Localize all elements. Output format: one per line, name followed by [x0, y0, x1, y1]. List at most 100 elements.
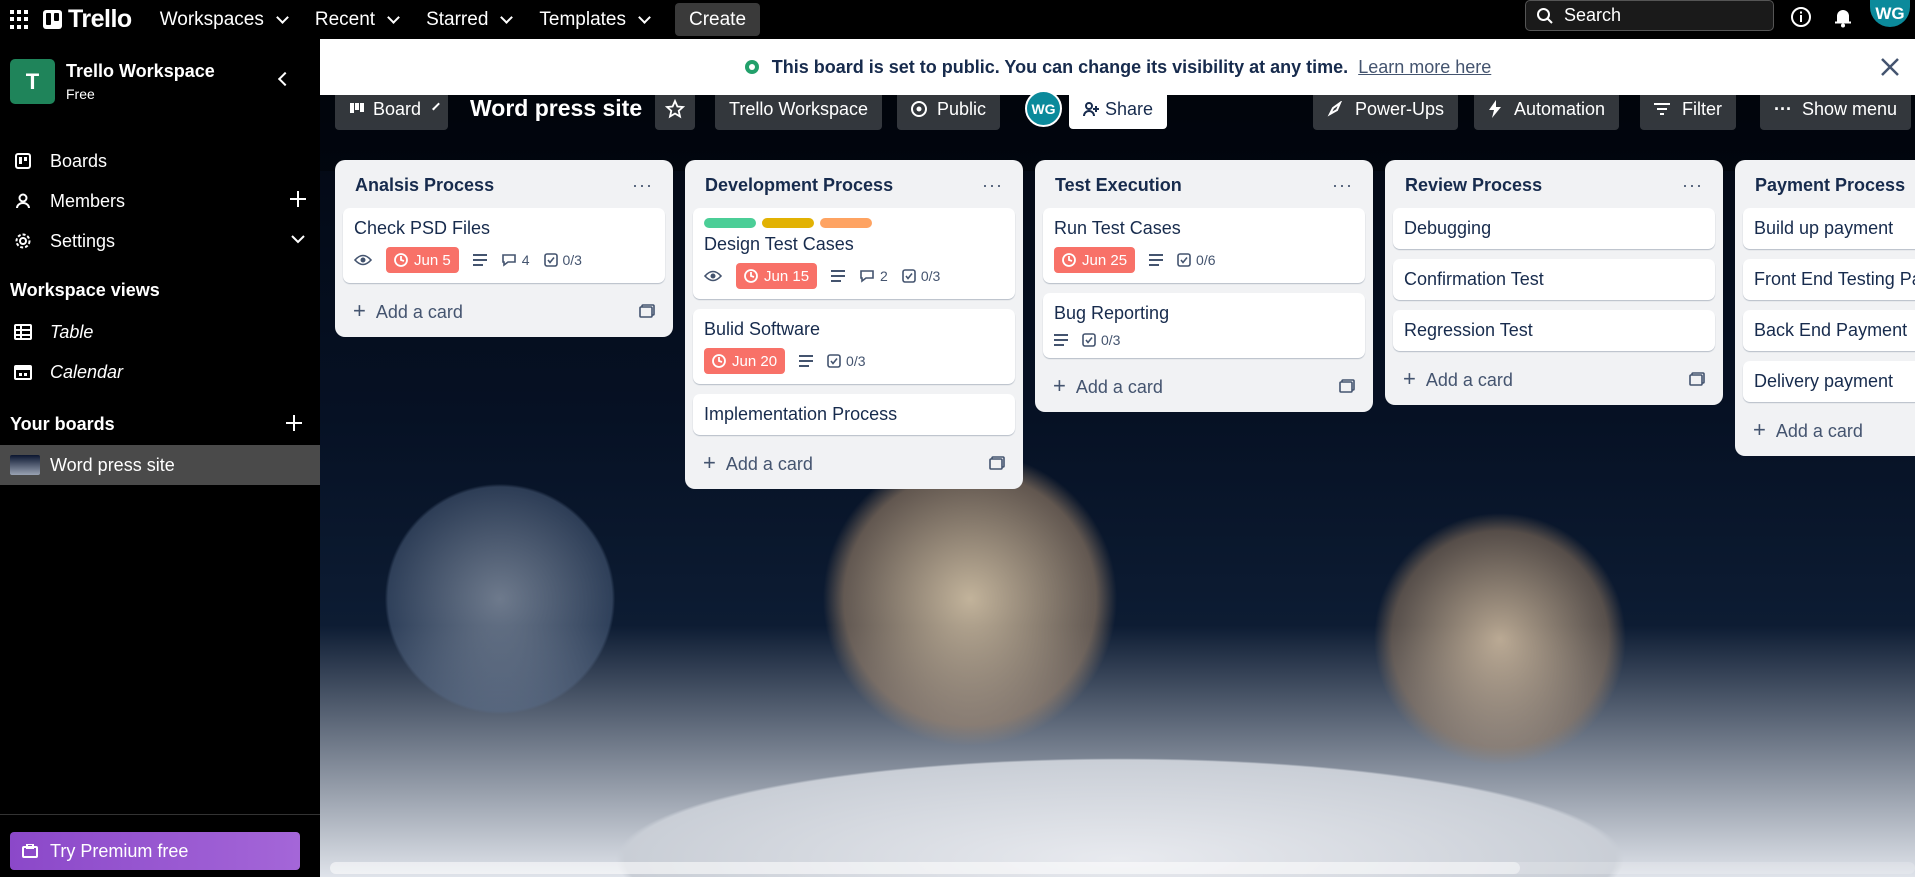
scrollbar-thumb[interactable] — [330, 862, 1520, 874]
search-input[interactable]: Search — [1525, 0, 1774, 31]
create-board-icon[interactable] — [286, 415, 302, 436]
nav-templates[interactable]: Templates — [539, 9, 651, 31]
create-button[interactable]: Create — [675, 3, 761, 36]
sidebar-item-label: Calendar — [50, 361, 124, 382]
card-regression-test[interactable]: Regression Test — [1393, 310, 1715, 351]
clock-icon — [712, 354, 726, 368]
search-icon — [1537, 7, 1553, 24]
try-premium-button[interactable]: Try Premium free — [10, 832, 300, 870]
card-template-icon[interactable] — [989, 456, 1005, 470]
card-title: Debugging — [1404, 218, 1492, 238]
sidebar-item-table[interactable]: Table — [0, 314, 320, 350]
clock-icon — [744, 269, 758, 283]
add-card-button[interactable]: + Add a card — [1743, 412, 1915, 448]
description-icon — [472, 254, 487, 266]
list-title[interactable]: Test Execution — [1055, 175, 1182, 196]
card-labels[interactable] — [704, 218, 1004, 228]
show-menu-button[interactable]: ··· Show menu — [1760, 88, 1912, 130]
star-board-button[interactable] — [655, 88, 695, 130]
checklist-badge: 0/3 — [1082, 332, 1120, 348]
horizontal-scrollbar[interactable] — [330, 862, 1915, 874]
add-card-button[interactable]: + Add a card — [1043, 368, 1365, 404]
card-front-end-testing[interactable]: Front End Testing Pay — [1743, 259, 1915, 300]
learn-more-link[interactable]: Learn more here — [1358, 57, 1491, 78]
comments-count: 4 — [521, 252, 530, 268]
list-title[interactable]: Review Process — [1405, 175, 1542, 196]
comment-icon — [860, 270, 874, 283]
automation-label: Automation — [1514, 98, 1606, 119]
list-title[interactable]: Payment Process — [1755, 175, 1905, 196]
board-view-switcher[interactable]: Board — [335, 88, 448, 130]
card-debugging[interactable]: Debugging — [1393, 208, 1715, 249]
boards-icon — [14, 152, 32, 170]
plus-icon: + — [1053, 373, 1066, 398]
card-bulid-software[interactable]: Bulid Software Jun 20 0/3 — [693, 309, 1015, 384]
card-template-icon[interactable] — [639, 304, 655, 318]
card-build-up-payment[interactable]: Build up payment — [1743, 208, 1915, 249]
due-date-badge[interactable]: Jun 25 — [1054, 247, 1136, 273]
sidebar-item-boards[interactable]: Boards — [0, 143, 320, 179]
sidebar-item-label: Table — [50, 321, 94, 342]
card-design-test-cases[interactable]: Design Test Cases Jun 15 2 0/3 — [693, 208, 1015, 299]
sidebar-item-calendar[interactable]: Calendar — [0, 354, 320, 390]
power-ups-button[interactable]: Power-Ups — [1313, 88, 1459, 130]
list-menu-icon[interactable]: ··· — [1682, 175, 1703, 196]
card-template-icon[interactable] — [1689, 372, 1705, 386]
add-card-button[interactable]: + Add a card — [1393, 361, 1715, 397]
user-avatar[interactable]: WG — [1870, 0, 1910, 27]
list-title[interactable]: Development Process — [705, 175, 893, 196]
add-member-icon[interactable] — [290, 190, 306, 212]
filter-icon — [1654, 102, 1670, 116]
sidebar-board-word-press-site[interactable]: Word press site — [0, 445, 320, 485]
nav-workspaces[interactable]: Workspaces — [160, 9, 289, 31]
card-delivery-payment[interactable]: Delivery payment — [1743, 361, 1915, 402]
board-canvas: This board is set to public. You can cha… — [320, 39, 1915, 877]
board-visibility-button[interactable]: Public — [897, 88, 1001, 130]
trello-logo[interactable]: Trello — [43, 5, 132, 34]
card-title: Design Test Cases — [704, 234, 854, 254]
add-card-button[interactable]: + Add a card — [693, 445, 1015, 481]
plus-icon: + — [1403, 366, 1416, 391]
board-member-avatar[interactable]: WG — [1025, 90, 1062, 127]
filter-label: Filter — [1682, 98, 1722, 119]
list-menu-icon[interactable]: ··· — [982, 175, 1003, 196]
collapse-sidebar-icon[interactable] — [276, 71, 292, 87]
app-switcher-icon[interactable] — [10, 9, 30, 30]
automation-button[interactable]: Automation — [1474, 88, 1620, 130]
workspace-header[interactable]: T Trello Workspace Free — [10, 59, 215, 104]
card-run-test-cases[interactable]: Run Test Cases Jun 25 0/6 — [1043, 208, 1365, 283]
board-title[interactable]: Word press site — [470, 95, 642, 122]
list-menu-icon[interactable]: ··· — [632, 175, 653, 196]
card-confirmation-test[interactable]: Confirmation Test — [1393, 259, 1715, 300]
close-icon[interactable] — [1879, 56, 1901, 78]
list-menu-icon[interactable]: ··· — [1332, 175, 1353, 196]
top-navbar: Trello Workspaces Recent Starred Templat… — [0, 0, 1915, 39]
card-check-psd-files[interactable]: Check PSD Files Jun 5 4 0/3 — [343, 208, 665, 283]
share-button[interactable]: Share — [1069, 89, 1168, 129]
info-icon[interactable] — [1790, 6, 1812, 28]
card-bug-reporting[interactable]: Bug Reporting 0/3 — [1043, 293, 1365, 358]
card-back-end-payment[interactable]: Back End Payment — [1743, 310, 1915, 351]
list-title[interactable]: Analsis Process — [355, 175, 494, 196]
chevron-down-icon[interactable] — [290, 231, 306, 252]
clock-icon — [1062, 253, 1076, 267]
eye-icon — [704, 270, 722, 282]
workspace-visibility-button[interactable]: Trello Workspace — [715, 88, 883, 130]
nav-starred[interactable]: Starred — [426, 9, 514, 31]
due-date-text: Jun 25 — [1082, 251, 1128, 269]
due-date-badge[interactable]: Jun 20 — [704, 348, 786, 374]
add-card-button[interactable]: + Add a card — [343, 293, 665, 329]
notification-bell-icon[interactable] — [1832, 6, 1854, 28]
sidebar-item-settings[interactable]: Settings — [0, 223, 320, 259]
sidebar-item-members[interactable]: Members — [0, 183, 320, 219]
nav-recent[interactable]: Recent — [315, 9, 400, 31]
card-template-icon[interactable] — [1339, 379, 1355, 393]
checklist-count: 0/3 — [920, 268, 941, 284]
card-implementation-process[interactable]: Implementation Process — [693, 394, 1015, 435]
checkbox-icon — [1082, 333, 1096, 347]
due-date-badge[interactable]: Jun 5 — [386, 247, 459, 273]
card-badges: Jun 5 4 0/3 — [354, 247, 654, 273]
board-view-label: Board — [373, 98, 422, 119]
due-date-badge[interactable]: Jun 15 — [736, 263, 818, 289]
filter-button[interactable]: Filter — [1640, 88, 1736, 130]
